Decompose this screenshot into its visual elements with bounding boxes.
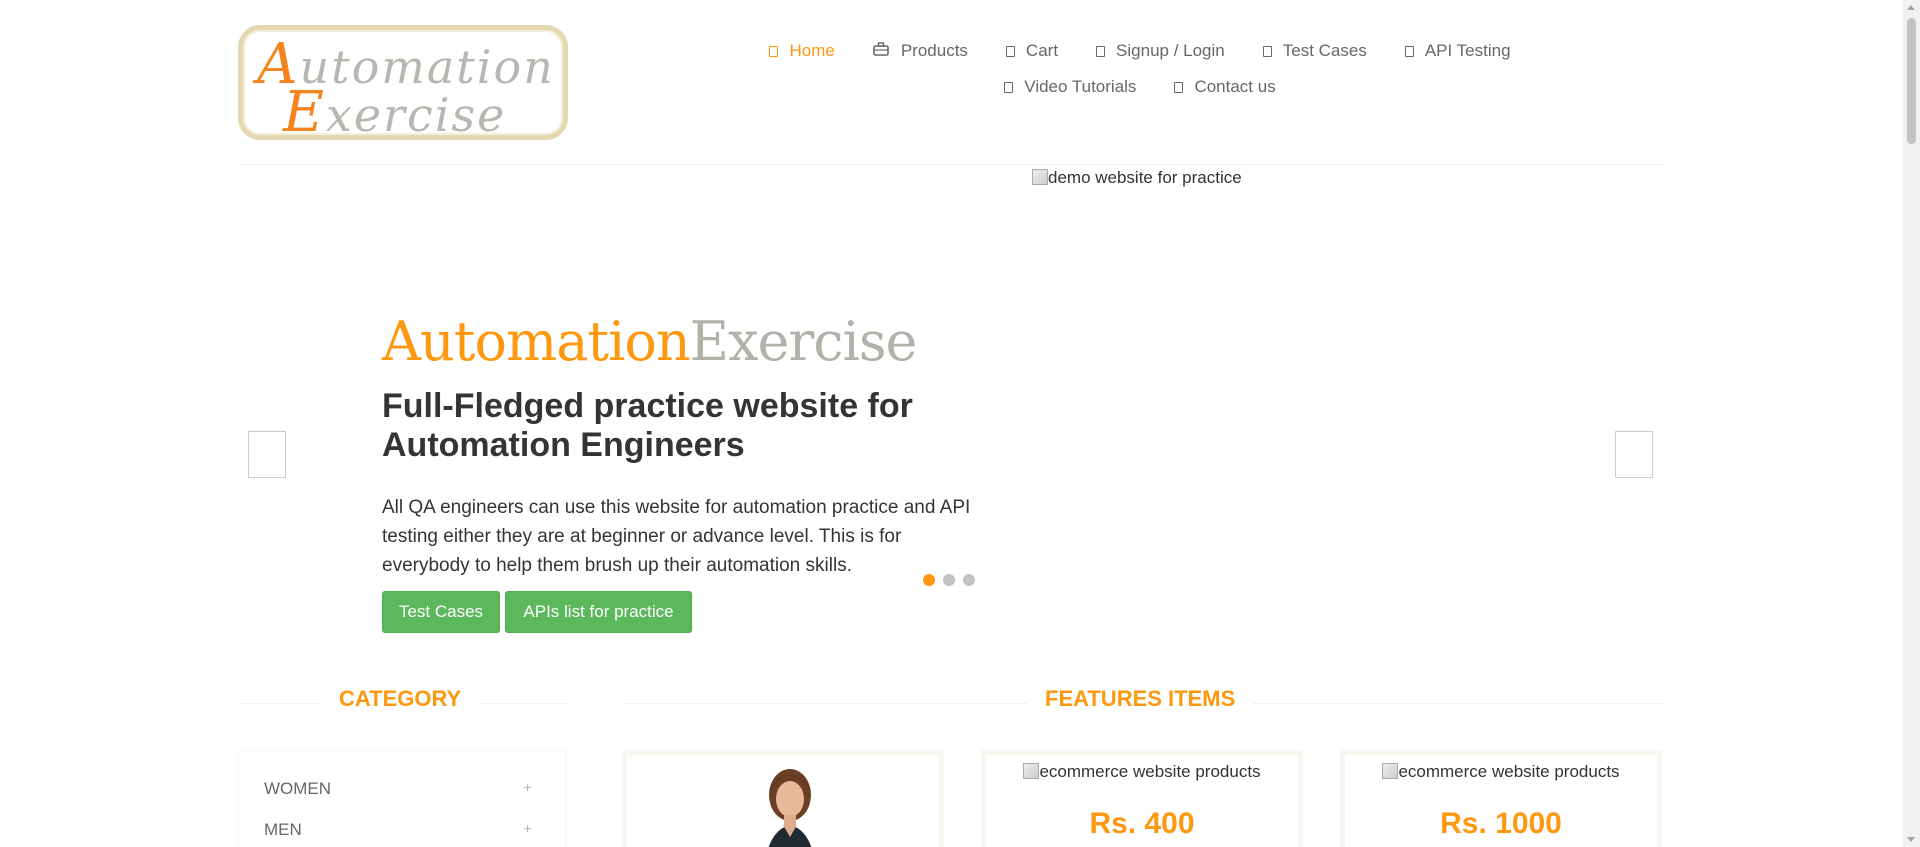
briefcase-icon [873,42,889,60]
product-model-image [768,769,812,847]
broken-image-icon [1382,763,1399,779]
nav-signup-login-label: Signup / Login [1116,41,1225,60]
site-logo[interactable]: Automation Exercise [238,25,568,145]
nav-signup-login[interactable]: Signup / Login [1096,41,1225,61]
slider-prev-button[interactable] [248,431,286,478]
nav-test-cases-label: Test Cases [1282,41,1367,60]
main-nav: Home Products Cart Signup / Login Test C… [700,36,1580,108]
broken-image-icon [1023,763,1040,779]
nav-row-2: Video Tutorials Contact us [700,72,1580,102]
list-icon [1262,45,1272,57]
nav-cart[interactable]: Cart [1005,41,1059,61]
slider-indicator-2[interactable] [943,574,955,586]
product-card: ecommerce website products Rs. 1000 [1340,750,1662,847]
lock-icon [1096,45,1106,57]
product-image: ecommerce website products [1345,762,1657,782]
slider-headline: Full-Fledged practice website for Automa… [382,387,913,464]
nav-home-label: Home [789,41,835,60]
header-divider [238,164,1664,165]
slider-description: All QA engineers can use this website fo… [382,497,971,576]
expand-plus-icon[interactable]: + [523,822,532,835]
brand-exercise: Exercise [689,310,918,373]
apis-list-button[interactable]: APIs list for practice [505,591,692,633]
slider-image-alt: demo website for practice [1048,168,1242,187]
product-price: Rs. 1000 [1440,807,1562,840]
slider-indicator-3[interactable] [963,574,975,586]
category-item-men[interactable]: Men [264,820,302,840]
nav-cart-label: Cart [1025,41,1059,60]
cart-icon [1005,45,1015,57]
nav-video-tutorials[interactable]: Video Tutorials [1004,77,1136,97]
product-card: ecommerce website products Rs. 400 [981,750,1303,847]
features-title: Features Items [1027,686,1254,712]
product-image: ecommerce website products [986,762,1298,782]
logo-line-2: Exercise [283,80,507,145]
product-card [622,750,944,847]
slider-image: demo website for practice [1032,168,1242,188]
nav-video-tutorials-label: Video Tutorials [1024,77,1137,96]
slider-brand: AutomationExercise [382,310,918,373]
scroll-down-arrow-icon[interactable] [1907,837,1915,842]
nav-row-1: Home Products Cart Signup / Login Test C… [700,36,1580,66]
page-scrollbar[interactable] [1903,0,1920,847]
envelope-icon [1174,81,1184,93]
nav-home[interactable]: Home [769,41,835,61]
expand-plus-icon[interactable]: + [523,781,532,794]
product-image-alt: ecommerce website products [1398,762,1620,781]
nav-api-testing-label: API Testing [1424,41,1511,60]
category-title: Category [321,686,480,712]
nav-test-cases[interactable]: Test Cases [1262,41,1367,61]
category-panel: Women + Men + [238,750,566,847]
scroll-up-arrow-icon[interactable] [1907,5,1915,10]
slider-indicator-1[interactable] [923,574,935,586]
scroll-thumb[interactable] [1907,18,1916,144]
test-cases-button[interactable]: Test Cases [382,591,500,633]
brand-automation: Automation [382,310,691,373]
product-price: Rs. 400 [1089,807,1195,840]
slider-next-button[interactable] [1615,431,1653,478]
broken-image-icon [1032,169,1048,185]
slider-indicators [923,574,975,586]
youtube-icon [1004,81,1014,93]
home-icon [769,45,779,57]
nav-api-testing[interactable]: API Testing [1404,41,1511,61]
product-image-alt: ecommerce website products [1039,762,1261,781]
category-item-women[interactable]: Women [264,779,331,799]
nav-contact-us-label: Contact us [1194,77,1276,96]
nav-products[interactable]: Products [873,41,968,61]
nav-contact-us[interactable]: Contact us [1174,77,1276,97]
list-icon [1404,45,1414,57]
nav-products-label: Products [900,41,968,60]
